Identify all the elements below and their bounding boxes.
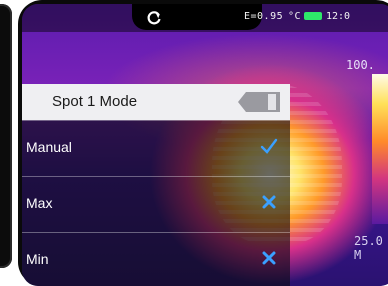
scale-mode-label: M [354, 248, 362, 262]
refresh-icon[interactable] [146, 10, 162, 26]
menu-item-label: Min [26, 251, 49, 267]
back-arrow-icon[interactable] [238, 92, 280, 112]
battery-icon [304, 12, 322, 20]
scale-max-label: 100. [346, 58, 375, 72]
adjacent-device-frame [0, 4, 12, 268]
spot-mode-menu: Spot 1 Mode Manual Max Min [22, 84, 290, 286]
menu-header: Spot 1 Mode [22, 84, 290, 120]
thermal-camera-device: E=0.95 °C 12:0 100. 25.0 M Spot 1 Mode M… [18, 0, 388, 286]
temperature-unit: °C [288, 11, 302, 22]
status-bar: E=0.95 °C 12:0 [22, 4, 388, 32]
clock-time: 12:0 [326, 11, 351, 22]
menu-title: Spot 1 Mode [52, 93, 138, 110]
menu-item-label: Max [26, 195, 53, 211]
menu-item-min[interactable]: Min [22, 232, 290, 286]
color-scale-bar [372, 74, 388, 224]
emissivity-readout: E=0.95 [244, 11, 284, 22]
menu-item-max[interactable]: Max [22, 176, 290, 233]
menu-item-label: Manual [26, 139, 72, 155]
x-icon [262, 195, 276, 209]
scale-min-block: 25.0 M [354, 234, 383, 262]
check-icon [260, 138, 278, 154]
menu-item-manual[interactable]: Manual [22, 120, 290, 177]
thermal-screen: E=0.95 °C 12:0 100. 25.0 M Spot 1 Mode M… [22, 4, 388, 286]
x-icon [262, 251, 276, 265]
scale-min-label: 25.0 [354, 234, 383, 248]
